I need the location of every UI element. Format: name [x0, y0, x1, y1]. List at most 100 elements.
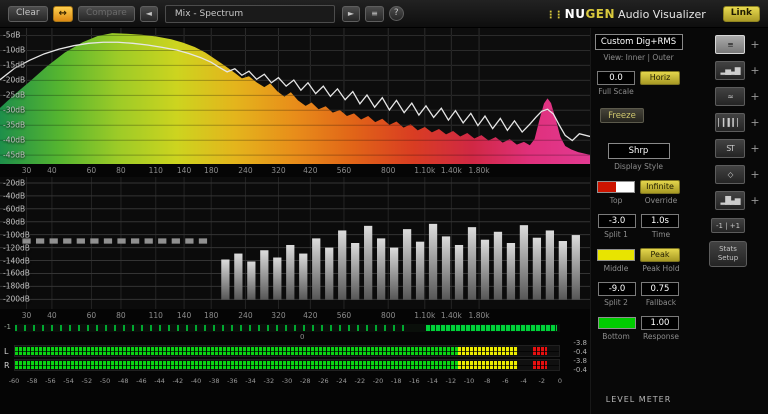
stats-setup-button[interactable]: Stats Setup — [709, 241, 747, 267]
db-label: -20dB — [3, 178, 26, 188]
histogram-bar — [273, 257, 282, 300]
meter-type-dropdown[interactable]: Custom Dig+RMS — [594, 34, 683, 50]
horiz-toggle-button[interactable]: Horiz — [640, 71, 680, 85]
preset-menu-button[interactable]: ≡ — [365, 5, 384, 22]
meter-scale-label: -8 — [483, 377, 491, 385]
previous-preset-button[interactable]: ◄ — [139, 5, 158, 22]
freq-label: 560 — [336, 311, 352, 320]
add-spectrogram-view-button[interactable]: + — [749, 117, 761, 128]
add-vectorscope-view-button[interactable]: + — [749, 169, 761, 180]
display-area: -5dB -10dB -15dB -20dB -25dB -30dB -35dB -40dB -… — [0, 28, 590, 414]
freq-label: 140 — [176, 311, 192, 320]
preset-selector[interactable]: Mix - Spectrum — [164, 4, 335, 23]
meter-scale-label: -44 — [154, 377, 165, 385]
add-stereo-view-button[interactable]: + — [749, 143, 761, 154]
meter-scale-label: -18 — [390, 377, 402, 385]
help-button[interactable]: ? — [388, 6, 404, 21]
freq-label: 240 — [238, 311, 253, 320]
freq-label: 40 — [47, 311, 57, 320]
meter-view-button[interactable]: ▂█▄▆ — [715, 191, 745, 210]
add-histogram-view-button[interactable]: + — [749, 65, 761, 76]
meter-scale-label: -26 — [318, 377, 329, 385]
stereo-view-button[interactable]: ST — [715, 139, 745, 158]
play-icon: ► — [347, 9, 355, 18]
compare-button[interactable]: Compare — [77, 5, 135, 22]
display-style-dropdown[interactable]: Shrp — [607, 143, 670, 159]
histogram-bar — [545, 230, 555, 300]
bottom-color-swatch[interactable] — [598, 317, 636, 329]
histogram-bar — [338, 230, 347, 300]
frequency-scale-top: 30 40 60 80 110 140 180 240 320 420 560 800 1.10k 1.4… — [0, 164, 590, 177]
histogram-bar — [286, 244, 295, 300]
clear-button[interactable]: Clear — [8, 5, 48, 22]
freeze-button[interactable]: Freeze — [600, 108, 644, 123]
spectrum-fill — [0, 33, 590, 164]
override-infinite-button[interactable]: Infinite — [640, 180, 680, 194]
db-label: -45dB — [3, 150, 26, 160]
histogram-bar — [351, 243, 360, 300]
add-waveform-view-button[interactable]: + — [749, 91, 761, 102]
fallback-value-field[interactable]: 0.75 — [641, 282, 679, 296]
meter-scale-label: -32 — [263, 377, 275, 385]
histogram-bar — [260, 250, 269, 300]
waveform-view-button[interactable]: ≈ — [715, 87, 745, 106]
meter-value: -0.4 — [573, 348, 587, 356]
meter-scale-label: -58 — [26, 377, 38, 385]
scale-value-field[interactable]: 0.0 — [597, 71, 635, 85]
db-label: -40dB — [3, 191, 26, 201]
response-value-field[interactable]: 1.00 — [641, 316, 679, 330]
histogram-bar — [247, 261, 256, 300]
middle-label: Middle — [603, 264, 629, 273]
histogram-bar — [35, 238, 45, 244]
histogram-view-button[interactable]: ▂▅▃▇ — [715, 61, 745, 80]
swap-ab-button[interactable]: ↔ — [52, 5, 73, 22]
nugen-logo: ⋮⋮ NU GEN Audio Visualizer — [546, 7, 706, 21]
add-combined-view-button[interactable]: + — [749, 39, 761, 50]
split2-label: Split 2 — [604, 298, 628, 307]
histogram-bar — [76, 238, 85, 244]
freq-label: 1.80k — [468, 311, 490, 320]
freq-label: 110 — [148, 166, 163, 175]
meter-scale-label: -20 — [372, 377, 384, 385]
spectrogram-view-button[interactable]: ▏▎▍▎▏ — [715, 113, 745, 132]
view-mode-column: ≡ + ▂▅▃▇ + ≈ + ▏▎▍▎▏ + ST + ◇ + ▂█▄▆ + -1 | +1 Stats … — [686, 28, 768, 414]
peak-hold-button[interactable]: Peak — [640, 248, 680, 262]
combined-view-button[interactable]: ≡ — [715, 35, 745, 54]
meter-scale-label: -36 — [227, 377, 238, 385]
link-button[interactable]: Link — [722, 5, 760, 22]
full-scale-label: Full Scale — [598, 87, 634, 96]
swap-arrows-icon: ↔ — [58, 8, 67, 19]
histogram-bar — [428, 223, 438, 300]
next-preset-button[interactable]: ► — [341, 5, 361, 22]
vectorscope-view-button[interactable]: ◇ — [715, 165, 745, 184]
histogram-bar — [402, 229, 412, 300]
middle-color-swatch[interactable] — [597, 249, 635, 261]
top-color-swatch[interactable] — [597, 181, 635, 193]
time-value-field[interactable]: 1.0s — [641, 214, 679, 228]
meter-scale-label: -52 — [81, 377, 93, 385]
meter-value: -3.8 — [573, 339, 587, 347]
histogram-bar — [198, 238, 208, 244]
freq-label: 320 — [271, 311, 286, 320]
db-label: -120dB — [3, 243, 30, 253]
histogram-bar — [299, 253, 308, 300]
peak-hold-label: Peak Hold — [642, 264, 680, 273]
histogram-bar — [63, 238, 72, 244]
freq-label: 1.40k — [440, 311, 462, 320]
split1-value-field[interactable]: -3.0 — [598, 214, 636, 228]
meter-scale-label: -38 — [208, 377, 220, 385]
mode-row: ≡ + — [715, 35, 761, 54]
split2-value-field[interactable]: -9.0 — [598, 282, 636, 296]
split1-label: Split 1 — [604, 230, 628, 239]
correlation-meter — [15, 324, 560, 332]
add-meter-view-button[interactable]: + — [749, 195, 761, 206]
histogram-bar — [558, 241, 567, 300]
meter-range-button[interactable]: -1 | +1 — [711, 218, 745, 233]
level-meter-label: LEVEL METER — [605, 395, 672, 404]
correlation-ticks — [15, 325, 408, 331]
histogram-bar — [90, 238, 99, 244]
freq-label: 560 — [336, 166, 352, 175]
logo-dots-icon: ⋮⋮ — [545, 9, 564, 21]
freq-label: 420 — [303, 311, 318, 320]
freq-label: 80 — [116, 166, 126, 175]
